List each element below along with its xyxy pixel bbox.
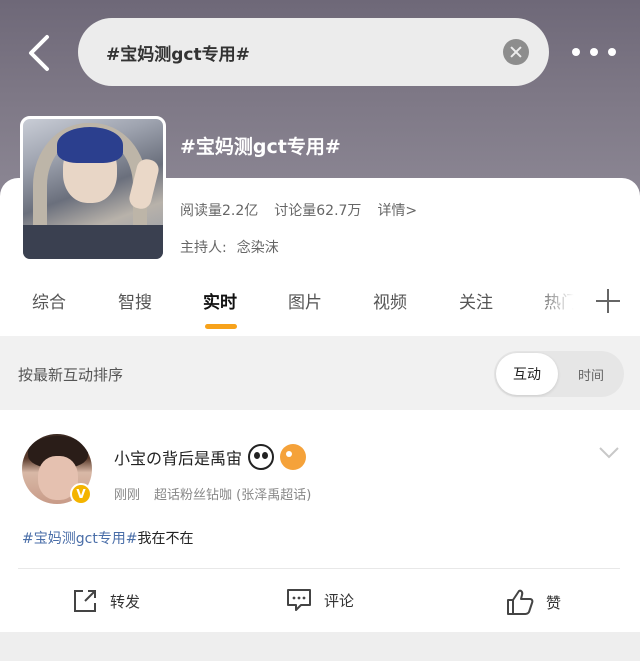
- share-icon: [74, 590, 96, 612]
- post-author-row: 小宝の背后是禹宙: [114, 444, 307, 470]
- tab-following[interactable]: 关注: [459, 288, 493, 313]
- post-meta: 刚刚 超话粉丝钻咖 (张泽禹超话): [114, 484, 311, 503]
- post-time: 刚刚: [114, 488, 141, 503]
- post-card: V 小宝の背后是禹宙 刚刚 超话粉丝钻咖 (张泽禹超话) #宝妈测gct专用#我…: [0, 410, 640, 632]
- tab-realtime[interactable]: 实时: [203, 288, 237, 313]
- post-content: 我在不在: [137, 531, 194, 547]
- sort-option-time[interactable]: 时间: [560, 353, 622, 395]
- feed-tabs: 综合 智搜 实时 图片 视频 关注 热门: [0, 288, 640, 329]
- back-arrow-icon: [29, 35, 49, 71]
- post-source[interactable]: 超话粉丝钻咖 (张泽禹超话): [154, 484, 311, 503]
- topic-stats: 阅读量2.2亿 讨论量62.7万 详情>: [180, 200, 417, 220]
- sort-label: 按最新互动排序: [18, 366, 124, 384]
- comment-button[interactable]: 评论: [286, 588, 354, 612]
- tab-smart-search[interactable]: 智搜: [118, 288, 152, 313]
- dot-icon: [608, 48, 616, 56]
- read-count: 阅读量2.2亿: [180, 203, 259, 219]
- topic-cover-image[interactable]: [20, 116, 166, 262]
- divider: [18, 568, 620, 569]
- tab-images[interactable]: 图片: [288, 288, 322, 313]
- panda-icon: [248, 444, 275, 470]
- post-hashtag[interactable]: #宝妈测gct专用#: [22, 531, 138, 547]
- post-actions: 转发 评论 赞: [0, 584, 640, 620]
- like-button[interactable]: 赞: [506, 588, 561, 616]
- tab-overflow-fade: [536, 288, 590, 318]
- dot-icon: [572, 48, 580, 56]
- search-bar[interactable]: #宝妈测gct专用#: [78, 18, 549, 86]
- post-author[interactable]: 小宝の背后是禹宙: [114, 445, 242, 469]
- sort-option-interaction[interactable]: 互动: [496, 353, 558, 395]
- dot-icon: [590, 48, 598, 56]
- fish-icon: [280, 444, 307, 470]
- post-text: #宝妈测gct专用#我在不在: [22, 528, 194, 548]
- repost-button[interactable]: 转发: [72, 588, 140, 614]
- comment-label: 评论: [324, 591, 355, 610]
- comment-icon: [287, 589, 311, 611]
- next-post-edge: [0, 632, 640, 661]
- add-tab-icon[interactable]: [596, 289, 620, 313]
- sort-bar: 按最新互动排序 互动 时间: [0, 336, 640, 409]
- details-link[interactable]: 详情>: [377, 200, 417, 220]
- topic-host: 主持人: 念染沫: [180, 237, 279, 257]
- host-name[interactable]: 念染沫: [237, 237, 279, 257]
- verified-badge-icon: V: [70, 483, 92, 505]
- topic-title: #宝妈测gct专用#: [180, 136, 341, 158]
- sort-toggle[interactable]: 互动 时间: [494, 351, 624, 397]
- search-query[interactable]: #宝妈测gct专用#: [106, 40, 250, 65]
- like-label: 赞: [546, 593, 562, 612]
- tab-comprehensive[interactable]: 综合: [32, 288, 66, 313]
- cover-hair-shape: [57, 127, 123, 163]
- clear-search-icon[interactable]: [503, 39, 529, 65]
- repost-label: 转发: [110, 592, 141, 611]
- tab-videos[interactable]: 视频: [373, 288, 407, 313]
- host-label: 主持人:: [180, 240, 227, 256]
- chevron-down-icon[interactable]: [598, 446, 620, 460]
- cover-foreground-shape: [23, 225, 163, 259]
- active-tab-indicator: [205, 324, 237, 329]
- back-button[interactable]: [24, 30, 54, 76]
- thumbs-up-icon: [507, 589, 534, 615]
- more-options-button[interactable]: [572, 44, 616, 60]
- discussion-count: 讨论量62.7万: [274, 203, 362, 219]
